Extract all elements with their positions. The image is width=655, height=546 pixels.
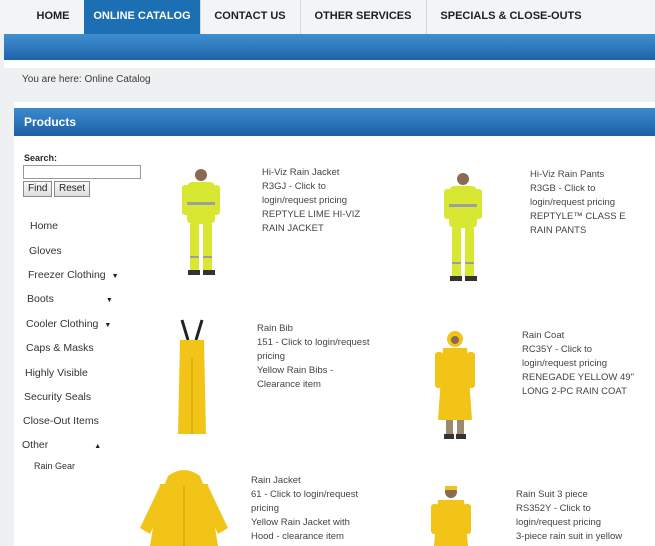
breadcrumb-current[interactable]: Online Catalog — [84, 74, 150, 85]
nav-other-services[interactable]: OTHER SERVICES — [300, 0, 427, 34]
products-panel-header: Products — [14, 108, 655, 136]
nav-contact-us[interactable]: CONTACT US — [200, 0, 301, 34]
sidebar-item-close-out-items[interactable]: Close-Out Items — [23, 415, 99, 427]
sidebar-item-label: Boots — [27, 293, 54, 305]
sidebar-item-boots[interactable]: Boots ▼ — [27, 293, 113, 305]
sidebar-item-label: Gloves — [29, 245, 62, 257]
sidebar-item-label: Other — [22, 439, 49, 451]
nav-online-catalog[interactable]: ONLINE CATALOG — [84, 0, 201, 34]
product-hi-viz-rain-pants[interactable]: Hi-Viz Rain Pants R3GB - Click to login/… — [530, 168, 655, 238]
nav-home[interactable]: HOME — [22, 0, 85, 34]
chevron-down-icon[interactable]: ▼ — [112, 273, 119, 280]
sidebar-item-label: Close-Out Items — [23, 415, 99, 427]
breadcrumb: You are here: Online Catalog — [22, 74, 151, 85]
product-desc: Yellow Rain Bibs - — [257, 365, 334, 376]
sidebar-item-other[interactable]: Other ▲ — [22, 439, 101, 451]
product-image-hi-viz-rain-jacket[interactable] — [178, 166, 224, 278]
product-sku[interactable]: R3GB - Click to — [530, 182, 655, 196]
sidebar-item-label: Caps & Masks — [26, 342, 94, 354]
sidebar-item-security-seals[interactable]: Security Seals — [24, 391, 91, 403]
sidebar-item-home[interactable]: Home — [30, 220, 58, 232]
product-rain-bib[interactable]: Rain Bib 151 - Click to login/request pr… — [257, 322, 387, 392]
product-image-rain-suit[interactable] — [430, 484, 472, 546]
product-pricing-link[interactable]: pricing — [257, 350, 387, 364]
product-desc: Yellow Rain Jacket with — [251, 517, 350, 528]
sidebar-item-label: Security Seals — [24, 391, 92, 403]
product-pricing-link[interactable]: login/request pricing — [516, 516, 646, 530]
product-sku[interactable]: 151 - Click to login/request — [257, 336, 387, 350]
product-pricing-link[interactable]: login/request pricing — [530, 196, 655, 210]
sidebar-subitem-rain-gear[interactable]: Rain Gear — [34, 461, 75, 471]
product-desc: RAIN JACKET — [262, 223, 324, 234]
product-desc: REPTYLE LIME HI-VIZ — [262, 209, 361, 220]
product-image-hi-viz-rain-pants[interactable] — [440, 170, 486, 285]
product-sku[interactable]: RS352Y - Click to — [516, 502, 646, 516]
panel-title: Products — [24, 115, 77, 129]
sidebar-item-gloves[interactable]: Gloves — [29, 245, 62, 257]
top-nav: HOME ONLINE CATALOG CONTACT US OTHER SER… — [0, 0, 655, 34]
sidebar-item-freezer-clothing[interactable]: Freezer Clothing ▼ — [28, 269, 119, 281]
sidebar-item-label: Home — [30, 220, 59, 232]
product-desc: 3-piece rain suit in yellow — [516, 531, 623, 542]
product-name[interactable]: Hi-Viz Rain Pants — [530, 168, 655, 182]
product-hi-viz-rain-jacket[interactable]: Hi-Viz Rain Jacket R3GJ - Click to login… — [262, 166, 392, 236]
product-image-rain-bib[interactable] — [172, 318, 212, 436]
product-name[interactable]: Rain Jacket — [251, 474, 381, 488]
header-divider — [4, 60, 655, 68]
sidebar-item-label: Highly Visible — [25, 367, 88, 379]
chevron-down-icon[interactable]: ▼ — [104, 322, 111, 329]
product-image-rain-coat[interactable] — [430, 330, 480, 442]
chevron-down-icon[interactable]: ▼ — [106, 297, 113, 304]
product-rain-jacket[interactable]: Rain Jacket 61 - Click to login/request … — [251, 474, 381, 544]
breadcrumb-prefix: You are here: — [22, 74, 82, 85]
product-name[interactable]: Rain Bib — [257, 322, 387, 336]
product-desc: Hood - clearance item — [251, 531, 344, 542]
product-rain-suit[interactable]: Rain Suit 3 piece RS352Y - Click to logi… — [516, 488, 646, 544]
product-sku[interactable]: R3GJ - Click to — [262, 180, 392, 194]
product-desc: RENEGADE YELLOW 49" — [522, 372, 634, 383]
product-pricing-link[interactable]: login/request pricing — [262, 194, 392, 208]
product-name[interactable]: Rain Suit 3 piece — [516, 488, 646, 502]
product-desc: LONG 2-PC RAIN COAT — [522, 386, 627, 397]
product-sku[interactable]: RC35Y - Click to — [522, 343, 652, 357]
product-sku[interactable]: 61 - Click to login/request — [251, 488, 381, 502]
sidebar-item-label: Cooler Clothing — [26, 318, 99, 330]
header-banner — [4, 34, 655, 60]
product-pricing-link[interactable]: pricing — [251, 502, 381, 516]
nav-specials-close-outs[interactable]: SPECIALS & CLOSE-OUTS — [426, 0, 596, 34]
product-pricing-link[interactable]: login/request pricing — [522, 357, 652, 371]
sidebar-item-caps-masks[interactable]: Caps & Masks — [26, 342, 94, 354]
sidebar-item-label: Freezer Clothing — [28, 269, 106, 281]
search-input[interactable] — [23, 165, 141, 179]
product-image-rain-jacket[interactable] — [138, 468, 230, 546]
reset-button[interactable]: Reset — [54, 181, 91, 197]
product-desc: REPTYLE™ CLASS E — [530, 211, 626, 222]
chevron-up-icon[interactable]: ▲ — [94, 443, 101, 450]
sidebar-item-highly-visible[interactable]: Highly Visible — [25, 367, 88, 379]
product-name[interactable]: Hi-Viz Rain Jacket — [262, 166, 392, 180]
sidebar-subitem-label: Rain Gear — [34, 461, 76, 471]
product-desc: RAIN PANTS — [530, 225, 587, 236]
search-label: Search: — [24, 153, 58, 163]
sidebar-item-cooler-clothing[interactable]: Cooler Clothing ▼ — [26, 318, 111, 330]
product-rain-coat[interactable]: Rain Coat RC35Y - Click to login/request… — [522, 329, 652, 399]
find-button[interactable]: Find — [23, 181, 53, 197]
product-desc: Clearance item — [257, 379, 321, 390]
product-name[interactable]: Rain Coat — [522, 329, 652, 343]
